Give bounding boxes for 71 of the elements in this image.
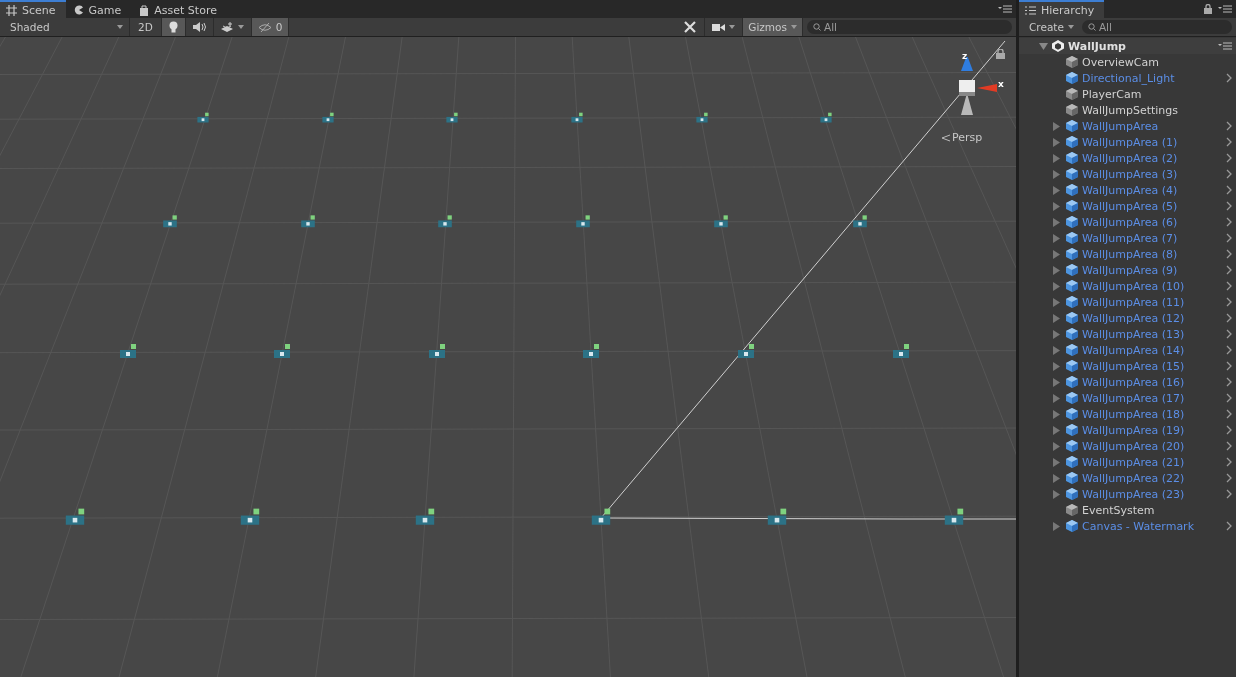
hierarchy-item[interactable]: WallJumpArea (8) — [1019, 246, 1236, 262]
caret-icon — [1067, 25, 1074, 29]
search-icon — [813, 23, 823, 31]
unity-logo-icon — [1052, 40, 1064, 52]
2d-toggle[interactable]: 2D — [130, 18, 162, 36]
caret-icon — [729, 25, 736, 29]
hierarchy-item[interactable]: WallJumpArea (1) — [1019, 134, 1236, 150]
hierarchy-item[interactable]: WallJumpArea (21) — [1019, 454, 1236, 470]
hierarchy-item[interactable]: WallJumpArea (7) — [1019, 230, 1236, 246]
hierarchy-item[interactable]: WallJumpArea (16) — [1019, 374, 1236, 390]
layers-icon — [220, 21, 234, 33]
menu-icon[interactable] — [1218, 42, 1232, 50]
hierarchy-item[interactable]: WallJumpSettings — [1019, 102, 1236, 118]
hierarchy-item[interactable]: WallJumpArea (13) — [1019, 326, 1236, 342]
hierarchy-item[interactable]: WallJumpArea (4) — [1019, 182, 1236, 198]
caret-icon — [117, 25, 123, 29]
list-icon — [1025, 5, 1036, 15]
x-axis-label: x — [998, 79, 1004, 89]
hidden-eye-icon — [257, 22, 272, 32]
hierarchy-item[interactable]: WallJumpArea (2) — [1019, 150, 1236, 166]
scene-tab[interactable]: Game — [67, 2, 132, 18]
hierarchy-item[interactable]: WallJumpArea (5) — [1019, 198, 1236, 214]
create-dropdown[interactable]: Create — [1019, 18, 1078, 36]
bag-icon — [139, 4, 150, 16]
hierarchy-item[interactable]: EventSystem — [1019, 502, 1236, 518]
hierarchy-item[interactable]: WallJumpArea (6) — [1019, 214, 1236, 230]
menu-icon[interactable] — [998, 5, 1012, 13]
hierarchy-item[interactable]: WallJumpArea (18) — [1019, 406, 1236, 422]
gizmos-dropdown[interactable]: Gizmos — [743, 18, 803, 36]
caret-icon — [237, 25, 244, 29]
hierarchy-item[interactable]: OverviewCam — [1019, 54, 1236, 70]
scene-tab[interactable]: Asset Store — [133, 2, 227, 18]
hierarchy-item[interactable]: WallJumpArea — [1019, 118, 1236, 134]
hierarchy-item[interactable]: WallJumpArea (9) — [1019, 262, 1236, 278]
menu-icon[interactable] — [1218, 5, 1232, 13]
hierarchy-search-field[interactable]: All — [1081, 20, 1232, 34]
shading-dropdown[interactable]: Shaded — [0, 18, 130, 36]
hierarchy-item[interactable]: WallJumpArea (17) — [1019, 390, 1236, 406]
grid-icon — [6, 4, 17, 16]
video-camera-icon — [712, 22, 726, 32]
scene-tab[interactable]: Scene — [0, 0, 66, 18]
hierarchy-item[interactable]: WallJumpArea (22) — [1019, 470, 1236, 486]
search-icon — [1087, 23, 1098, 31]
lock-icon[interactable] — [996, 49, 1005, 59]
chevron-right-icon[interactable] — [1226, 73, 1232, 83]
hierarchy-item[interactable]: WallJumpArea (20) — [1019, 438, 1236, 454]
hierarchy-item[interactable]: Canvas - Watermark — [1019, 518, 1236, 534]
hierarchy-item[interactable]: PlayerCam — [1019, 86, 1236, 102]
hierarchy-item[interactable]: WallJumpArea (11) — [1019, 294, 1236, 310]
caret-icon — [791, 25, 797, 29]
scene-header-row[interactable]: WallJump — [1019, 38, 1236, 54]
lightbulb-icon — [168, 21, 178, 33]
projection-label[interactable]: Persp — [941, 131, 983, 144]
hierarchy-item[interactable]: WallJumpArea (14) — [1019, 342, 1236, 358]
hierarchy-item[interactable]: WallJumpArea (23) — [1019, 486, 1236, 502]
lighting-toggle[interactable] — [161, 18, 186, 36]
hierarchy-item[interactable]: WallJumpArea (15) — [1019, 358, 1236, 374]
hierarchy-item[interactable]: WallJumpArea (3) — [1019, 166, 1236, 182]
scene-search-field[interactable]: All — [807, 20, 1012, 34]
chevron-left-icon — [941, 133, 950, 142]
pacman-icon — [73, 5, 84, 15]
speaker-icon — [192, 22, 206, 32]
hierarchy-item[interactable]: WallJumpArea (12) — [1019, 310, 1236, 326]
lock-icon[interactable] — [1204, 4, 1212, 14]
hierarchy-item[interactable]: Directional_Light — [1019, 70, 1236, 86]
hierarchy-tab[interactable]: Hierarchy — [1019, 0, 1105, 18]
hierarchy-item[interactable]: WallJumpArea (10) — [1019, 278, 1236, 294]
hidden-objects-toggle[interactable]: 0 — [251, 18, 290, 36]
chevron-right-icon[interactable] — [1226, 521, 1232, 531]
hierarchy-item[interactable]: WallJumpArea (19) — [1019, 422, 1236, 438]
z-axis-label: z — [962, 51, 968, 61]
